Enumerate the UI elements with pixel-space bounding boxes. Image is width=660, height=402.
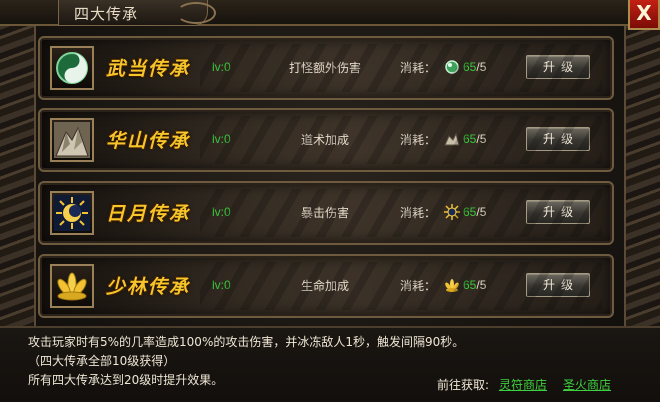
sun-icon xyxy=(444,204,460,220)
description-line-1: 攻击玩家时有5%的几率造成100%的攻击伤害，并冰冻敌人1秒，触发间隔90秒。 xyxy=(28,335,465,349)
row-effect: 生命加成 xyxy=(300,279,349,293)
yin-yang-jade-icon xyxy=(50,46,94,90)
cost-label: 消耗： xyxy=(400,61,437,75)
row-level: lv:0 xyxy=(212,205,231,219)
cost-value: 65/5 xyxy=(463,132,487,146)
inheritance-window: 四大传承 X 武当传承 lv:0 打怪额外伤害 消耗： 65/5 升级 华山传承… xyxy=(0,0,660,402)
description-line-3: 所有四大传承达到20级时提升效果。 xyxy=(28,373,224,387)
row-level: lv:0 xyxy=(212,278,231,292)
talisman-shop-link[interactable]: 灵符商店 xyxy=(499,376,547,393)
rock-icon xyxy=(444,131,460,147)
title-bar: 四大传承 xyxy=(0,0,660,26)
cost-label: 消耗： xyxy=(400,279,437,293)
row-name: 少林传承 xyxy=(106,276,191,298)
description-line-2: （四大传承全部10级获得） xyxy=(28,354,176,368)
upgrade-button[interactable]: 升级 xyxy=(526,127,590,151)
row-effect: 道术加成 xyxy=(300,133,349,147)
row-effect: 打怪额外伤害 xyxy=(288,61,361,75)
cost-value: 65/5 xyxy=(463,60,487,74)
cost-label: 消耗： xyxy=(400,133,437,147)
inheritance-row-riyue: 日月传承 lv:0 暴击伤害 消耗： 65/5 升级 xyxy=(38,181,614,245)
title-ornament-icon xyxy=(176,2,216,24)
row-effect: 暴击伤害 xyxy=(300,206,349,220)
goto-label: 前往获取: xyxy=(437,378,490,392)
lotus-icon xyxy=(444,277,460,293)
left-frame-ornament xyxy=(0,0,36,330)
row-name: 日月传承 xyxy=(106,203,191,225)
cost-label: 消耗： xyxy=(400,206,437,220)
row-level: lv:0 xyxy=(212,60,231,74)
window-title: 四大传承 xyxy=(74,5,139,23)
upgrade-button[interactable]: 升级 xyxy=(526,200,590,224)
cost-value: 65/5 xyxy=(463,278,487,292)
cost-value: 65/5 xyxy=(463,205,487,219)
upgrade-button[interactable]: 升级 xyxy=(526,55,590,79)
inheritance-row-wudang: 武当传承 lv:0 打怪额外伤害 消耗： 65/5 升级 xyxy=(38,36,614,100)
inheritance-row-shaolin: 少林传承 lv:0 生命加成 消耗： 65/5 升级 xyxy=(38,254,614,318)
close-button[interactable]: X xyxy=(628,0,660,30)
row-name: 华山传承 xyxy=(106,130,191,152)
row-level: lv:0 xyxy=(212,132,231,146)
inheritance-row-huashan: 华山传承 lv:0 道术加成 消耗： 65/5 升级 xyxy=(38,108,614,172)
row-name: 武当传承 xyxy=(106,58,191,80)
mountain-icon xyxy=(50,118,94,162)
jade-orb-icon xyxy=(444,59,460,75)
sun-moon-icon xyxy=(50,191,94,235)
upgrade-button[interactable]: 升级 xyxy=(526,273,590,297)
holy-fire-shop-link[interactable]: 圣火商店 xyxy=(563,376,611,393)
golden-lotus-icon xyxy=(50,264,94,308)
right-frame-ornament xyxy=(624,0,660,330)
